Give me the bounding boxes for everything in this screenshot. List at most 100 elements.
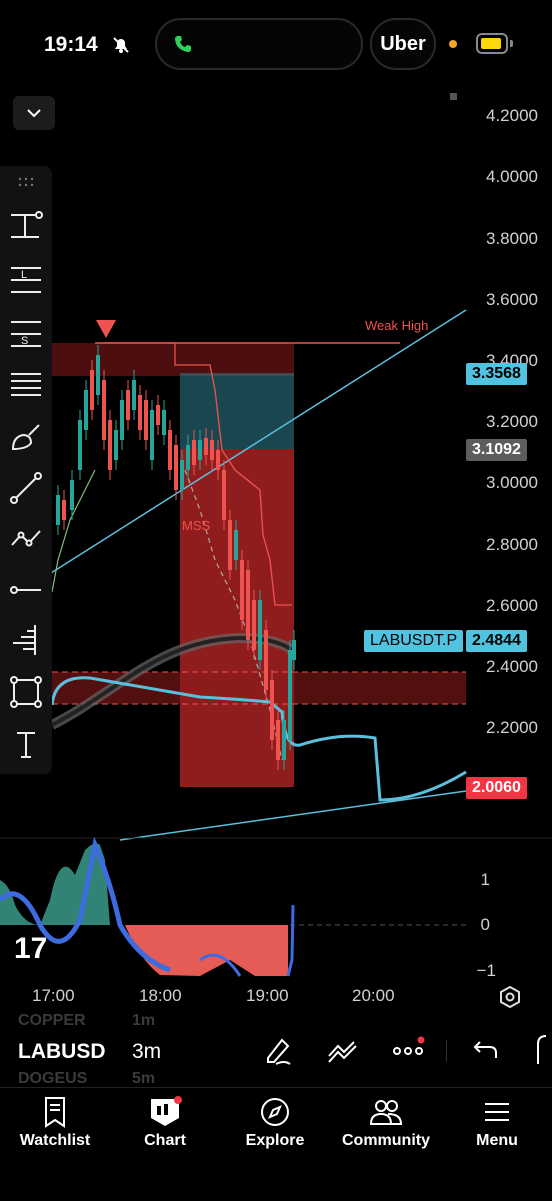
symbol-prev[interactable]: COPPER <box>18 1012 86 1030</box>
candle <box>96 355 100 395</box>
polyline-tool-icon[interactable] <box>6 518 46 558</box>
candle <box>240 560 244 620</box>
candle <box>204 438 208 455</box>
candle <box>108 420 112 470</box>
text-tool-icon[interactable] <box>6 724 46 764</box>
tradingview-logo: 17 <box>14 932 47 965</box>
candle <box>114 430 118 460</box>
bell-muted-icon <box>113 37 129 53</box>
battery-icon <box>476 33 508 54</box>
tab-menu-label: Menu <box>476 1132 518 1149</box>
pivot-marker <box>96 320 116 338</box>
time-label-18: 18:00 <box>139 986 182 1005</box>
trend-angle-tool-icon[interactable] <box>6 206 46 246</box>
candle <box>150 410 154 460</box>
collapse-toolbar-button[interactable] <box>13 96 55 130</box>
trend-line-tool-icon[interactable] <box>6 468 46 508</box>
rectangle-tool-icon[interactable] <box>6 672 46 712</box>
uber-activity-pill[interactable]: Uber <box>370 18 436 70</box>
candle <box>192 440 196 465</box>
price-chart[interactable]: Weak High MSS 17 <box>0 80 552 1090</box>
status-time: 19:14 <box>44 33 98 56</box>
brush-tool-icon[interactable] <box>6 418 46 458</box>
osc-axis-1: 1 <box>480 870 490 889</box>
entry-price-tag: 3.1092 <box>466 439 527 461</box>
time-label-20: 20:00 <box>352 986 395 1005</box>
tab-explore[interactable]: Explore <box>230 1088 320 1168</box>
indicators-icon[interactable] <box>326 1034 360 1066</box>
price-axis-label: 3.8000 <box>486 229 538 248</box>
volume-profile-tool-icon[interactable] <box>6 620 46 660</box>
tab-explore-label: Explore <box>245 1132 305 1149</box>
long-position-tool-icon[interactable]: L <box>6 260 46 300</box>
battery-cap <box>510 40 513 47</box>
candle <box>246 570 250 640</box>
active-call-pill[interactable] <box>155 18 363 70</box>
symbol-next[interactable]: DOGEUS <box>18 1070 87 1088</box>
chart-icon <box>151 1096 182 1126</box>
candle <box>56 495 60 525</box>
drag-handle-icon[interactable] <box>6 172 46 192</box>
tp-price-tag: 3.3568 <box>466 363 527 385</box>
supply-zone <box>52 343 294 376</box>
tab-chart-label: Chart <box>144 1132 186 1149</box>
stop-price-tag: 2.0060 <box>466 777 527 799</box>
candle <box>84 390 88 430</box>
tab-watchlist[interactable]: Watchlist <box>10 1088 100 1168</box>
candle <box>210 440 214 460</box>
time-label-19: 19:00 <box>246 986 289 1005</box>
candle <box>252 600 256 650</box>
toolbar-divider <box>446 1040 447 1062</box>
interval-current[interactable]: 3m <box>132 1040 161 1064</box>
bookmark-icon <box>45 1097 65 1128</box>
interval-prev[interactable]: 1m <box>132 1012 155 1030</box>
people-icon <box>369 1100 403 1125</box>
tab-community[interactable]: Community <box>335 1088 437 1168</box>
candle <box>144 400 148 440</box>
candle <box>180 460 184 490</box>
short-position-tool-icon[interactable]: S <box>6 314 46 354</box>
price-axis-label: 3.0000 <box>486 473 538 492</box>
candle <box>198 440 202 460</box>
undo-icon[interactable] <box>472 1038 500 1062</box>
candle <box>126 390 130 420</box>
price-axis-label: 3.6000 <box>486 290 538 309</box>
compass-icon <box>261 1098 289 1126</box>
candle <box>234 530 238 560</box>
drawing-toolbar: L S <box>0 166 52 774</box>
price-axis-label: 2.2000 <box>486 718 538 737</box>
candle <box>90 370 94 410</box>
candle <box>78 420 82 470</box>
chevron-down-icon <box>27 109 41 118</box>
phone-icon <box>175 36 191 52</box>
candle <box>276 720 280 760</box>
price-axis-label: 4.2000 <box>486 106 538 125</box>
trendline-lower <box>119 790 467 841</box>
candle <box>292 640 296 660</box>
price-axis-label: 2.8000 <box>486 535 538 554</box>
chart-settings-icon[interactable] <box>498 985 522 1009</box>
price-axis-label: 4.0000 <box>486 167 538 186</box>
bottom-tab-bar: Watchlist Chart Explore Community Menu <box>0 1087 552 1201</box>
parallel-channel-tool-icon[interactable] <box>6 366 46 406</box>
draw-pen-icon[interactable] <box>262 1034 294 1066</box>
time-label-17: 17:00 <box>32 986 75 1005</box>
candle <box>138 395 142 430</box>
interval-next[interactable]: 5m <box>132 1070 155 1088</box>
symbol-current[interactable]: LABUSD <box>18 1040 106 1064</box>
more-options-icon[interactable] <box>392 1036 426 1064</box>
symbol-tag: LABUSDT.P <box>364 630 464 652</box>
osc-axis-0: 0 <box>480 915 490 934</box>
horizontal-ray-tool-icon[interactable] <box>6 570 46 610</box>
tab-watchlist-label: Watchlist <box>19 1132 91 1149</box>
tab-chart[interactable]: Chart <box>120 1088 210 1168</box>
redo-icon-partial[interactable] <box>534 1034 552 1066</box>
tab-menu[interactable]: Menu <box>452 1088 542 1168</box>
candle <box>162 410 166 435</box>
price-axis-label: 2.6000 <box>486 596 538 615</box>
svg-text:S: S <box>21 335 28 347</box>
candle <box>186 445 190 470</box>
svg-text:L: L <box>21 269 27 281</box>
candle <box>156 405 160 425</box>
osc-axis-neg1: −1 <box>476 961 496 980</box>
